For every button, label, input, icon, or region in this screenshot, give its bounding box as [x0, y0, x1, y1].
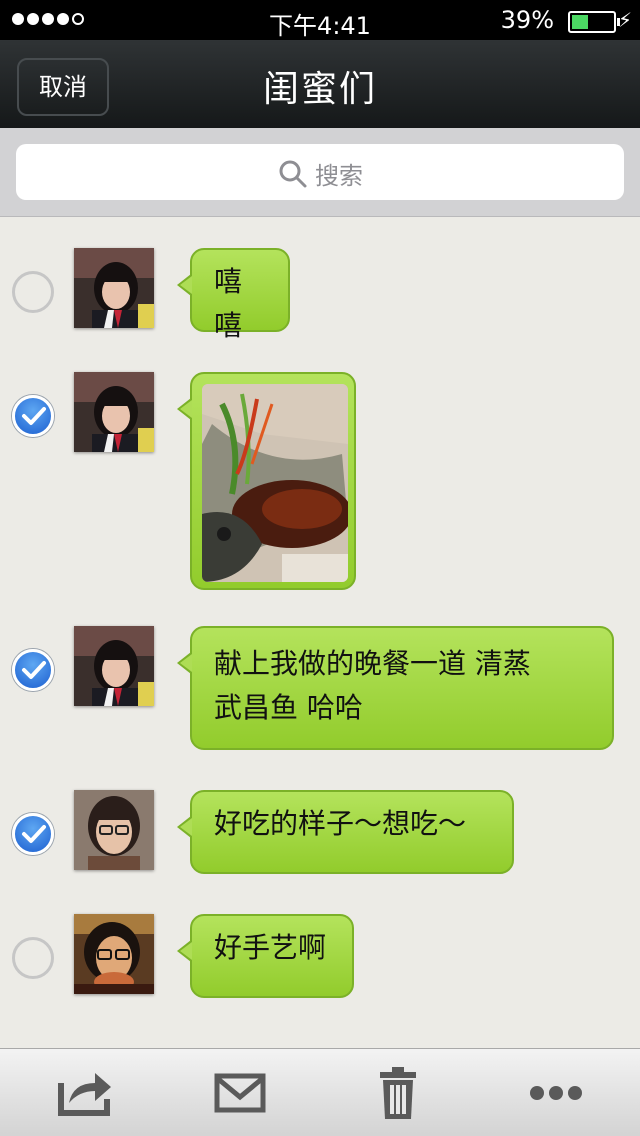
trash-icon[interactable]: [368, 1067, 428, 1119]
search-placeholder: 搜索: [315, 162, 363, 190]
avatar: [74, 372, 154, 452]
message-bubble[interactable]: 献上我做的晚餐一道 清蒸 武昌鱼 哈哈: [177, 626, 614, 750]
message-text: 好手艺啊: [214, 931, 327, 964]
image-message-bubble[interactable]: [177, 372, 356, 590]
message-text: 嘻嘻: [214, 265, 243, 342]
checkmark-icon: [22, 825, 46, 843]
search-input[interactable]: 搜索: [16, 144, 624, 200]
avatar: [74, 248, 154, 328]
more-icon[interactable]: [526, 1069, 586, 1117]
charging-icon: ⚡: [617, 8, 632, 32]
mail-icon[interactable]: [210, 1069, 270, 1117]
message-bubble[interactable]: 嘻嘻: [177, 248, 290, 342]
page-title: 闺蜜们: [262, 69, 377, 110]
message-row[interactable]: [0, 372, 640, 590]
message-bubble[interactable]: 好手艺啊: [177, 914, 354, 998]
message-row[interactable]: 献上我做的晚餐一道 清蒸 武昌鱼 哈哈: [0, 626, 640, 750]
message-text-line: 献上我做的晚餐一道 清蒸: [214, 647, 531, 680]
select-circle-checked[interactable]: [12, 395, 54, 437]
select-circle-checked[interactable]: [12, 649, 54, 691]
status-bar: 下午4:41 39% ⚡: [0, 0, 640, 40]
avatar: [74, 626, 154, 706]
message-row[interactable]: 好手艺啊: [0, 914, 640, 998]
nav-bar: 取消 闺蜜们: [0, 40, 640, 128]
checkmark-icon: [22, 407, 46, 425]
checkmark-icon: [22, 661, 46, 679]
message-bubble[interactable]: 好吃的样子～想吃～: [177, 790, 514, 874]
search-icon: [279, 160, 307, 187]
select-circle[interactable]: [12, 271, 54, 313]
battery-icon: [568, 11, 620, 33]
search-area: 搜索: [0, 128, 640, 217]
message-text-line: 武昌鱼 哈哈: [214, 691, 363, 724]
bottom-toolbar: [0, 1048, 640, 1136]
message-row[interactable]: 好吃的样子～想吃～: [0, 790, 640, 874]
battery-percent: 39%: [500, 6, 554, 34]
message-text: 好吃的样子～想吃～: [214, 807, 467, 840]
share-icon[interactable]: [55, 1069, 115, 1117]
select-circle-checked[interactable]: [12, 813, 54, 855]
avatar: [74, 790, 154, 870]
message-row[interactable]: 嘻嘻: [0, 248, 640, 342]
avatar: [74, 914, 154, 994]
fish-dish-photo: [202, 384, 348, 582]
select-circle[interactable]: [12, 937, 54, 979]
chat-selection-screen: 下午4:41 39% ⚡ 取消 闺蜜们 搜索 嘻嘻 献上我做的晚餐一道 清蒸 武…: [0, 0, 640, 1136]
